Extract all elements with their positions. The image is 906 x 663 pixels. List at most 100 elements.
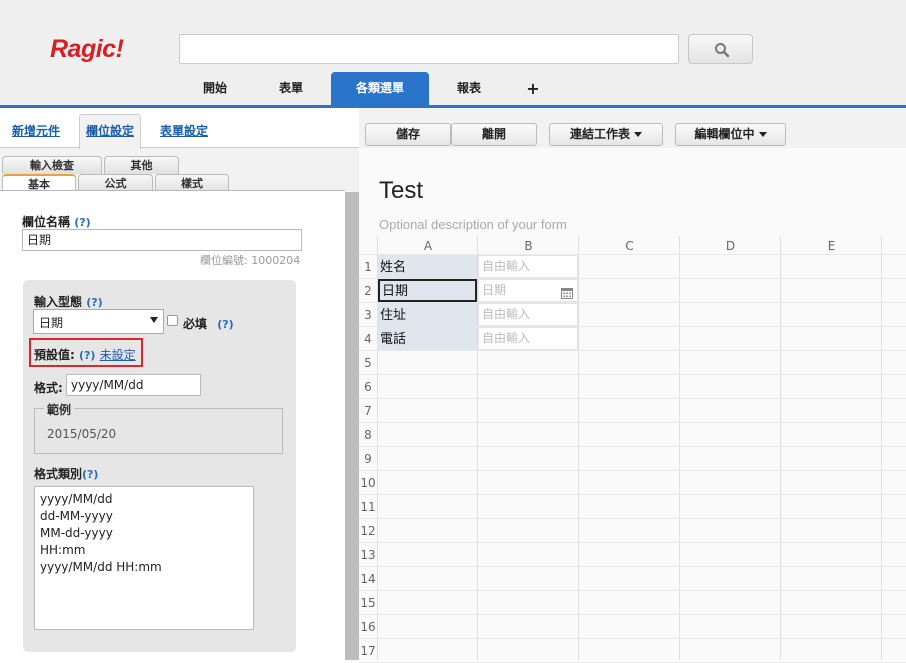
grid-column-line [780, 236, 781, 660]
row-line [359, 398, 906, 399]
tab-form-settings[interactable]: 表單設定 [154, 115, 214, 148]
format-category-list[interactable]: yyyy/MM/dd dd-MM-yyyy MM-dd-yyyy HH:mm y… [34, 486, 254, 630]
row-number[interactable]: 5 [359, 351, 377, 375]
field-name-help[interactable]: (?) [74, 216, 90, 229]
search-input[interactable] [179, 34, 679, 64]
field-settings-panel: 新增元件 欄位設定 表單設定 輸入檢查 其他 基本 公式 樣式 欄位名稱 (?)… [0, 108, 359, 660]
cell-input[interactable]: 自由輸入 [478, 327, 578, 350]
row-line [359, 494, 906, 495]
design-toolbar: 儲存 離開 連結工作表 編輯欄位中 [359, 108, 906, 148]
column-header-b[interactable]: B [478, 236, 579, 256]
cell-label[interactable]: 日期 [378, 279, 477, 302]
column-header-c[interactable]: C [579, 236, 680, 256]
row-number[interactable]: 16 [359, 615, 377, 639]
input-type-select[interactable]: 日期 [33, 309, 164, 334]
main-nav: 開始 表單 各類選單 報表 + [0, 72, 906, 106]
format-category-help[interactable]: (?) [82, 468, 98, 481]
row-line [359, 638, 906, 639]
row-number[interactable]: 3 [359, 303, 377, 327]
row-number[interactable]: 2 [359, 279, 377, 303]
subtab-validation[interactable]: 輸入檢查 [2, 156, 102, 174]
cell-input-text: 自由輸入 [482, 259, 531, 273]
row-number[interactable]: 12 [359, 519, 377, 543]
subtab-basic[interactable]: 基本 [2, 174, 76, 191]
panel-scrollbar[interactable] [345, 192, 359, 660]
row-number[interactable]: 4 [359, 327, 377, 351]
row-number[interactable]: 6 [359, 375, 377, 399]
row-number[interactable]: 11 [359, 495, 377, 519]
link-sheet-button[interactable]: 連結工作表 [549, 123, 663, 146]
cell-input[interactable]: 自由輸入 [478, 303, 578, 326]
edit-mode-label: 編輯欄位中 [694, 127, 755, 141]
cell-input[interactable]: 日期 [478, 279, 578, 302]
cell-label[interactable]: 住址 [378, 303, 477, 326]
format-option[interactable]: MM-dd-yyyy [40, 525, 248, 542]
search-button[interactable] [688, 34, 753, 64]
required-help[interactable]: (?) [217, 318, 233, 331]
column-header-d[interactable]: D [680, 236, 781, 256]
cell-input-text: 日期 [482, 283, 507, 297]
cell-label[interactable]: 電話 [378, 327, 477, 350]
default-value-link[interactable]: 未設定 [100, 348, 136, 362]
example-legend: 範例 [44, 401, 75, 418]
column-header-a[interactable]: A [378, 236, 478, 256]
format-option[interactable]: yyyy/MM/dd [40, 491, 248, 508]
caret-down-icon [758, 132, 767, 137]
input-type-value: 日期 [39, 316, 64, 330]
format-option[interactable]: yyyy/MM/dd HH:mm [40, 559, 248, 576]
header: Ragic! 開始 表單 各類選單 報表 + [0, 0, 906, 106]
column-header-e[interactable]: E [781, 236, 882, 256]
tab-add-component[interactable]: 新增元件 [6, 115, 66, 148]
save-button[interactable]: 儲存 [365, 123, 451, 146]
row-line [359, 566, 906, 567]
panel-tabs: 新增元件 欄位設定 表單設定 [0, 108, 359, 149]
subtab-other[interactable]: 其他 [104, 156, 179, 174]
grid-column-line [679, 236, 680, 660]
field-name-input[interactable]: 日期 [22, 229, 302, 251]
input-type-label: 輸入型態 (?) [34, 293, 103, 310]
caret-down-icon [634, 132, 642, 137]
nav-tab-menus[interactable]: 各類選單 [331, 72, 429, 106]
row-number[interactable]: 14 [359, 567, 377, 591]
row-number[interactable]: 8 [359, 423, 377, 447]
row-line [359, 614, 906, 615]
cell-input[interactable]: 自由輸入 [478, 255, 578, 278]
row-line [359, 446, 906, 447]
form-title[interactable]: Test [379, 177, 423, 205]
required-label-text: 必填 [183, 317, 208, 331]
row-number[interactable]: 17 [359, 639, 377, 663]
tab-field-settings[interactable]: 欄位設定 [79, 114, 142, 149]
format-input[interactable]: yyyy/MM/dd [66, 374, 201, 396]
input-type-label-text: 輸入型態 [34, 295, 83, 309]
cell-input-text: 自由輸入 [482, 331, 531, 345]
grid-column-line [881, 236, 882, 660]
nav-tab-reports[interactable]: 報表 [439, 72, 499, 106]
row-number[interactable]: 13 [359, 543, 377, 567]
row-number[interactable]: 1 [359, 255, 377, 279]
chevron-down-icon [150, 317, 158, 323]
default-value-help[interactable]: (?) [79, 349, 95, 362]
nav-tab-add[interactable]: + [516, 72, 550, 106]
form-description[interactable]: Optional description of your form [379, 217, 567, 232]
row-number[interactable]: 10 [359, 471, 377, 495]
row-line [359, 590, 906, 591]
format-option[interactable]: dd-MM-yyyy [40, 508, 248, 525]
nav-tab-forms[interactable]: 表單 [261, 72, 321, 106]
edit-mode-button[interactable]: 編輯欄位中 [675, 123, 786, 146]
search-icon [715, 43, 730, 58]
grid-column-line [578, 236, 579, 660]
row-number[interactable]: 15 [359, 591, 377, 615]
nav-tab-start[interactable]: 開始 [185, 72, 245, 106]
input-type-help[interactable]: (?) [86, 296, 102, 309]
required-label: 必填 (?) [183, 315, 234, 332]
cell-input-text: 自由輸入 [482, 307, 531, 321]
ragic-logo[interactable]: Ragic! [50, 35, 124, 64]
required-checkbox[interactable] [167, 315, 178, 326]
row-number[interactable]: 9 [359, 447, 377, 471]
leave-button[interactable]: 離開 [451, 123, 537, 146]
field-name-label-text: 欄位名稱 [22, 215, 71, 229]
row-number[interactable]: 7 [359, 399, 377, 423]
row-line [359, 470, 906, 471]
cell-label[interactable]: 姓名 [378, 255, 477, 278]
format-option[interactable]: HH:mm [40, 542, 248, 559]
